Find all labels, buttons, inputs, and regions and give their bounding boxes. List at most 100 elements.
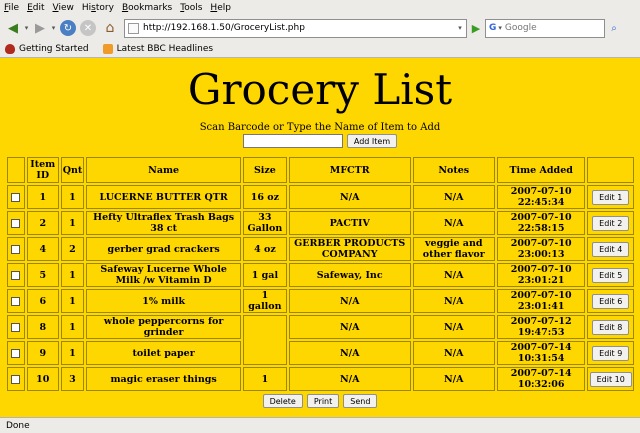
cell-id: 10 <box>26 367 59 391</box>
edit-button[interactable]: Edit 5 <box>592 267 630 283</box>
bookmark-getting-started[interactable]: Getting Started <box>5 44 89 54</box>
edit-cell: Edit 1 <box>587 185 634 209</box>
row-select-cell <box>7 237 25 261</box>
header-mfctr: MFCTR <box>288 157 411 183</box>
menu-view[interactable]: View <box>53 3 74 13</box>
menu-bar: File Edit View History Bookmarks Tools Help <box>0 0 640 15</box>
cell-size <box>243 315 287 365</box>
menu-tools[interactable]: Tools <box>180 3 202 13</box>
stop-icon[interactable]: ✕ <box>80 20 96 36</box>
cell-mfctr: N/A <box>288 341 411 365</box>
back-arrow-icon[interactable]: ◀ <box>4 18 22 38</box>
cell-size: 33 Gallon <box>243 211 287 235</box>
back-history-dropdown-icon[interactable]: ▾ <box>22 24 31 32</box>
cell-time: 2007-07-12 19:47:53 <box>496 315 586 339</box>
search-magnifier-icon[interactable]: ⌕ <box>607 20 621 37</box>
cell-mfctr: N/A <box>288 185 411 209</box>
cell-time: 2007-07-10 23:01:41 <box>496 289 586 313</box>
delete-button[interactable]: Delete <box>262 394 303 408</box>
cell-id: 1 <box>26 185 59 209</box>
cell-qnt: 3 <box>60 367 85 391</box>
cell-qnt: 1 <box>60 289 85 313</box>
menu-history[interactable]: History <box>82 3 114 13</box>
cell-size: 4 oz <box>243 237 287 261</box>
page-title: Grocery List <box>187 65 453 114</box>
cell-notes: N/A <box>412 263 495 287</box>
cell-qnt: 2 <box>60 237 85 261</box>
cell-name: LUCERNE BUTTER QTR <box>86 185 241 209</box>
search-bar[interactable]: G ▾ <box>485 18 605 38</box>
bookmark-bbc-headlines[interactable]: Latest BBC Headlines <box>102 44 214 54</box>
cell-qnt: 1 <box>60 211 85 235</box>
cell-time: 2007-07-14 10:31:54 <box>496 341 586 365</box>
cell-notes: N/A <box>412 315 495 339</box>
status-bar: Done <box>0 417 640 433</box>
bookmark-label: Getting Started <box>19 44 89 54</box>
edit-cell: Edit 8 <box>587 315 634 339</box>
row-checkbox[interactable] <box>11 244 21 254</box>
row-checkbox[interactable] <box>11 218 21 228</box>
cell-mfctr: GERBER PRODUCTS COMPANY <box>288 237 411 261</box>
menu-help[interactable]: Help <box>210 3 231 13</box>
search-input[interactable] <box>504 23 585 33</box>
table-header-row: Item ID Qnt Name Size MFCTR Notes Time A… <box>7 157 634 183</box>
edit-button[interactable]: Edit 2 <box>592 215 630 231</box>
bookmark-label: Latest BBC Headlines <box>116 44 214 54</box>
header-size: Size <box>243 157 287 183</box>
cell-id: 2 <box>26 211 59 235</box>
menu-file[interactable]: File <box>4 3 19 13</box>
cell-mfctr: N/A <box>288 367 411 391</box>
menu-edit[interactable]: Edit <box>27 3 44 13</box>
search-engine-dropdown-icon[interactable]: ▾ <box>498 24 502 32</box>
send-button[interactable]: Send <box>343 394 378 408</box>
address-bar-url[interactable]: http://192.168.1.50/GroceryList.php <box>143 23 454 33</box>
table-row: 5 1 Safeway Lucerne Whole Milk /w Vitamin … <box>7 263 634 287</box>
cell-id: 4 <box>26 237 59 261</box>
home-icon[interactable]: ⌂ <box>101 18 119 38</box>
reload-icon[interactable]: ↻ <box>60 20 76 36</box>
row-checkbox[interactable] <box>11 374 21 384</box>
edit-button[interactable]: Edit 9 <box>592 345 630 361</box>
cell-qnt: 1 <box>60 315 85 339</box>
edit-button[interactable]: Edit 10 <box>589 371 632 387</box>
row-checkbox[interactable] <box>11 348 21 358</box>
row-checkbox[interactable] <box>11 322 21 332</box>
table-row: 9 1 toilet paper N/A N/A 2007-07-14 10:31:54 E… <box>7 341 634 365</box>
table-row: 2 1 Hefty Ultraflex Trash Bags 38 ct 33 Gal… <box>7 211 634 235</box>
print-button[interactable]: Print <box>306 394 340 408</box>
add-item-button[interactable]: Add Item <box>346 134 398 148</box>
row-select-cell <box>7 211 25 235</box>
grocery-table: Item ID Qnt Name Size MFCTR Notes Time A… <box>5 155 636 393</box>
url-history-dropdown-icon[interactable]: ▾ <box>454 24 466 32</box>
edit-cell: Edit 5 <box>587 263 634 287</box>
rss-feed-icon <box>102 44 113 54</box>
add-item-prompt: Scan Barcode or Type the Name of Item to… <box>199 122 441 133</box>
page-favicon-icon <box>128 22 139 34</box>
cell-time: 2007-07-10 22:58:15 <box>496 211 586 235</box>
row-select-cell <box>7 341 25 365</box>
cell-qnt: 1 <box>60 185 85 209</box>
menu-bookmarks[interactable]: Bookmarks <box>122 3 172 13</box>
cell-id: 5 <box>26 263 59 287</box>
page-content: Grocery List Scan Barcode or Type the Na… <box>0 58 640 417</box>
edit-button[interactable]: Edit 1 <box>592 189 630 205</box>
address-bar[interactable]: http://192.168.1.50/GroceryList.php ▾ <box>124 18 467 38</box>
edit-cell: Edit 4 <box>587 237 634 261</box>
forward-arrow-icon[interactable]: ▶ <box>31 18 49 38</box>
edit-button[interactable]: Edit 6 <box>592 293 630 309</box>
row-checkbox[interactable] <box>11 270 21 280</box>
table-row: 6 1 1% milk 1 gallon N/A N/A 2007-07-10 23:01:… <box>7 289 634 313</box>
item-name-input[interactable] <box>242 134 343 148</box>
search-engine-icon[interactable]: G <box>489 23 496 33</box>
row-checkbox[interactable] <box>11 296 21 306</box>
cell-notes: N/A <box>412 367 495 391</box>
edit-button[interactable]: Edit 8 <box>592 319 630 335</box>
action-buttons: Delete Print Send <box>0 394 640 408</box>
edit-button[interactable]: Edit 4 <box>592 241 630 257</box>
status-text: Done <box>6 420 30 431</box>
row-select-cell <box>7 367 25 391</box>
row-checkbox[interactable] <box>11 192 21 202</box>
header-item-id: Item ID <box>26 157 59 183</box>
go-arrow-icon[interactable]: ▶ <box>469 20 483 37</box>
forward-history-dropdown-icon[interactable]: ▾ <box>49 24 58 32</box>
